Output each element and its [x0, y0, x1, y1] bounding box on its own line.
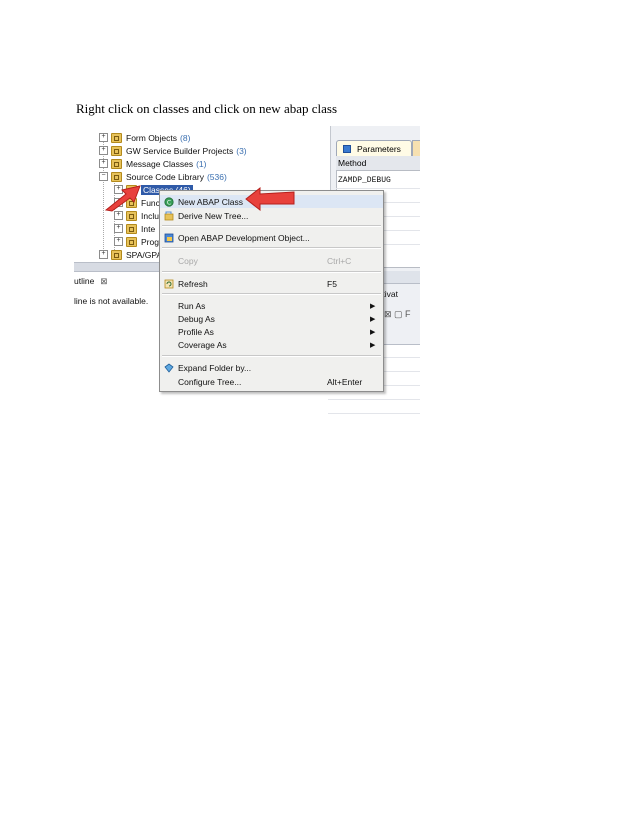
submenu-arrow-icon: ▶ — [370, 315, 376, 323]
folder-icon — [111, 158, 122, 169]
menu-item-label: Refresh — [178, 278, 208, 289]
tree-item-label: GW Service Builder Projects — [126, 145, 234, 156]
tree-item-programs[interactable]: + Prog — [114, 235, 159, 248]
tree-item-label: Inclu — [141, 210, 159, 221]
folder-icon — [126, 223, 137, 234]
submenu-arrow-icon: ▶ — [370, 341, 376, 349]
menu-item-label: Coverage As — [178, 339, 227, 350]
folder-icon — [126, 210, 137, 221]
tree-item-count: (1) — [196, 158, 207, 169]
expand-icon[interactable]: + — [114, 224, 123, 233]
tree-item-form-objects[interactable]: + Form Objects (8) — [99, 131, 190, 144]
menu-item-label: Copy — [178, 255, 198, 266]
menu-item-expand-folder-by[interactable]: Expand Folder by... — [160, 361, 383, 374]
tree-item-spa-gpa[interactable]: + SPA/GPA — [99, 248, 162, 261]
tree-item-count: (536) — [206, 171, 227, 182]
tree-item-label: SPA/GPA — [126, 249, 163, 260]
menu-item-coverage-as[interactable]: Coverage As ▶ — [160, 338, 383, 351]
folder-icon — [126, 236, 137, 247]
menu-item-label: Debug As — [178, 313, 215, 324]
derive-tree-icon — [164, 211, 174, 220]
menu-item-label: Profile As — [178, 326, 214, 337]
tree-item-label: Message Classes — [126, 158, 194, 169]
folder-icon — [111, 145, 122, 156]
context-menu: C New ABAP Class Derive New Tree... Open… — [159, 190, 384, 392]
expand-icon[interactable]: + — [114, 211, 123, 220]
instruction-caption: Right click on classes and click on new … — [76, 101, 338, 116]
menu-item-label: Open ABAP Development Object... — [178, 232, 310, 243]
tab-parameters-label: Parameters — [357, 143, 401, 154]
menu-item-shortcut: F5 — [327, 278, 337, 289]
expand-icon[interactable]: + — [99, 133, 108, 142]
menu-item-shortcut: Alt+Enter — [327, 376, 363, 387]
menu-item-label: Run As — [178, 300, 206, 311]
folder-icon — [111, 132, 122, 143]
annotation-arrow-icon — [245, 186, 295, 212]
menu-item-label: Derive New Tree... — [178, 210, 249, 221]
tree-item-gw-service-builder-projects[interactable]: + GW Service Builder Projects (3) — [99, 144, 247, 157]
tree-item-source-code-library[interactable]: − Source Code Library (536) — [99, 170, 227, 183]
parameters-icon — [343, 144, 351, 153]
tree-item-count: (8) — [180, 132, 191, 143]
method-cell[interactable]: ZAMDP_DEBUG — [338, 176, 391, 185]
outline-tab-label: utline — [74, 276, 95, 286]
outline-message: line is not available. — [74, 296, 149, 306]
submenu-arrow-icon: ▶ — [370, 328, 376, 336]
tree-item-count: (3) — [236, 145, 247, 156]
expand-icon[interactable]: + — [99, 250, 108, 259]
menu-item-label: Configure Tree... — [178, 376, 242, 387]
annotation-arrow-icon — [104, 185, 141, 212]
tree-item-interfaces[interactable]: + Inte — [114, 222, 155, 235]
tree-item-label: Form Objects — [126, 132, 178, 143]
menu-item-copy[interactable]: Copy Ctrl+C — [160, 254, 383, 267]
close-icon[interactable]: ⊠ — [100, 276, 107, 287]
refresh-icon — [164, 279, 174, 288]
submenu-arrow-icon: ▶ — [370, 302, 376, 310]
column-header-method[interactable]: Method — [336, 156, 420, 171]
tab-parameters[interactable]: Parameters — [336, 140, 412, 157]
tree-item-label: Inte — [141, 223, 156, 234]
menu-item-open-abap-development-object[interactable]: Open ABAP Development Object... — [160, 231, 383, 244]
view-toolbar-icons[interactable]: ⊠ ▢ F — [384, 309, 411, 320]
menu-item-label: Expand Folder by... — [178, 362, 252, 373]
expand-folder-icon — [164, 363, 174, 373]
eclipse-screenshot: + Form Objects (8) + GW Service Builder … — [74, 126, 420, 426]
menu-item-refresh[interactable]: Refresh F5 — [160, 277, 383, 290]
tree-item-label: Source Code Library — [126, 171, 204, 182]
tree-item-message-classes[interactable]: + Message Classes (1) — [99, 157, 206, 170]
menu-item-shortcut: Ctrl+C — [327, 255, 352, 266]
tree-item-label: Prog — [141, 236, 159, 247]
menu-item-profile-as[interactable]: Profile As ▶ — [160, 325, 383, 338]
expand-icon[interactable]: + — [99, 159, 108, 168]
tab-overflow[interactable] — [412, 140, 420, 157]
new-class-icon: C — [164, 196, 174, 207]
menu-item-label: New ABAP Class — [178, 196, 244, 207]
outline-tab[interactable]: utline ⊠ — [74, 271, 164, 291]
collapse-icon[interactable]: − — [99, 172, 108, 181]
menu-item-debug-as[interactable]: Debug As ▶ — [160, 312, 383, 325]
folder-icon — [111, 249, 122, 260]
menu-item-run-as[interactable]: Run As ▶ — [160, 299, 383, 312]
menu-item-configure-tree[interactable]: Configure Tree... Alt+Enter — [160, 375, 383, 388]
folder-icon — [111, 171, 122, 182]
open-object-icon — [164, 233, 174, 242]
expand-icon[interactable]: + — [114, 237, 123, 246]
expand-icon[interactable]: + — [99, 146, 108, 155]
svg-text:C: C — [167, 199, 171, 206]
